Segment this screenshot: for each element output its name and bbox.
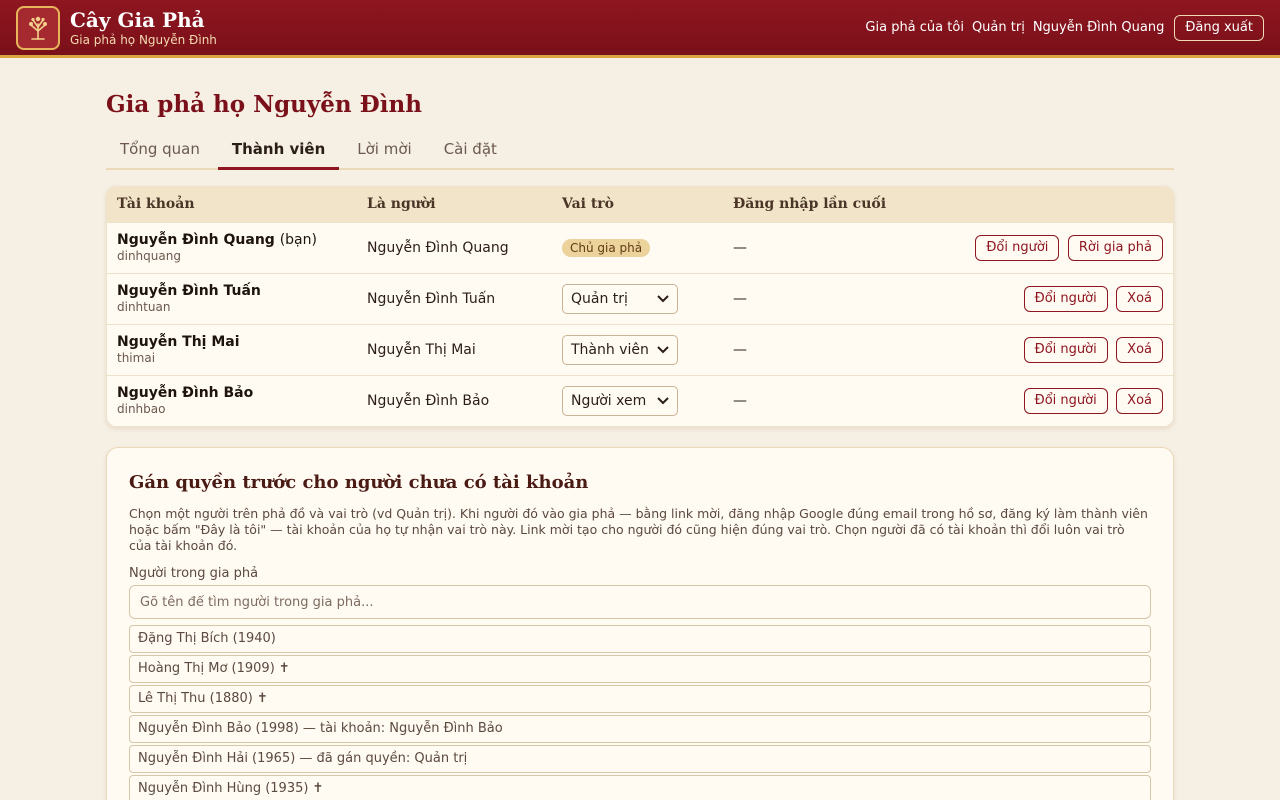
list-item[interactable]: Đặng Thị Bích (1940) (129, 625, 1151, 653)
change-person-button[interactable]: Đổi người (1023, 387, 1108, 414)
person-list: Đặng Thị Bích (1940) Hoàng Thị Mơ (1909)… (129, 625, 1151, 800)
pre-assign-title: Gán quyền trước cho người chưa có tài kh… (129, 472, 589, 493)
role-select-value: Thành viên (571, 341, 649, 358)
tab-settings[interactable]: Cài đặt (430, 132, 511, 170)
change-person-button[interactable]: Đổi người (975, 234, 1060, 261)
last-login: — (723, 272, 923, 324)
col-role: Vai trò (552, 187, 723, 222)
logout-button[interactable]: Đăng xuất (1174, 14, 1264, 41)
list-item[interactable]: Nguyễn Đình Hải (1965) — đã gán quyền: Q… (129, 745, 1151, 773)
tab-invitations[interactable]: Lời mời (343, 132, 425, 170)
brand: Cây Gia Phả Gia phả họ Nguyễn Đình (70, 8, 217, 48)
tab-overview[interactable]: Tổng quan (106, 132, 214, 170)
tab-members[interactable]: Thành viên (217, 132, 340, 170)
change-person-button[interactable]: Đổi người (1023, 336, 1108, 363)
chevron-down-icon (657, 345, 669, 353)
brand-title: Cây Gia Phả (70, 7, 205, 32)
pre-assign-description: Chọn một người trên phả đồ và vai trò (v… (129, 506, 1148, 553)
table-row: Nguyễn Đình Quang (bạn) dinhquang Nguyễn… (107, 221, 1173, 273)
last-login: — (723, 221, 923, 273)
table-row: Nguyễn Đình Tuấn dinhtuan Nguyễn Đình Tu… (107, 272, 1173, 324)
col-person: Là người (357, 187, 552, 222)
brand-subtitle: Gia phả họ Nguyễn Đình (70, 32, 217, 47)
delete-member-button[interactable]: Xoá (1116, 285, 1163, 312)
account-name: Nguyễn Đình Quang (bạn) (117, 232, 317, 248)
account-name: Nguyễn Đình Tuấn (117, 283, 261, 299)
person-search-input[interactable] (129, 585, 1151, 619)
role-select[interactable]: Thành viên (562, 334, 678, 365)
linked-person: Nguyễn Đình Tuấn (357, 272, 552, 324)
list-item[interactable]: Nguyễn Đình Hùng (1935) ✝ (129, 775, 1151, 800)
account-username: dinhbao (117, 402, 166, 417)
person-field-label: Người trong gia phả (129, 566, 259, 581)
role-select[interactable]: Người xem (562, 385, 678, 416)
linked-person: Nguyễn Đình Bảo (357, 374, 552, 426)
delete-member-button[interactable]: Xoá (1116, 387, 1163, 414)
change-person-button[interactable]: Đổi người (1023, 285, 1108, 312)
linked-person: Nguyễn Đình Quang (357, 221, 552, 273)
account-name: Nguyễn Đình Bảo (117, 385, 254, 402)
nav-my-trees[interactable]: Gia phả của tôi (865, 18, 964, 37)
nav-user-profile[interactable]: Nguyễn Đình Quang (1033, 18, 1165, 37)
table-row: Nguyễn Đình Bảo dinhbao Nguyễn Đình Bảo … (107, 374, 1173, 426)
linked-person: Nguyễn Thị Mai (357, 323, 552, 375)
list-item[interactable]: Hoàng Thị Mơ (1909) ✝ (129, 655, 1151, 683)
top-bar: Cây Gia Phả Gia phả họ Nguyễn Đình Gia p… (0, 0, 1280, 58)
account-name: Nguyễn Thị Mai (117, 334, 240, 350)
role-select-value: Người xem (571, 392, 647, 409)
chevron-down-icon (657, 397, 669, 405)
table-row: Nguyễn Thị Mai thimai Nguyễn Thị Mai Thà… (107, 323, 1173, 375)
tab-bar: Tổng quan Thành viên Lời mời Cài đặt (106, 132, 1174, 170)
family-tree-icon[interactable] (16, 5, 60, 50)
main-content: Gia phả họ Nguyễn Đình Tổng quan Thành v… (106, 58, 1174, 800)
nav-admin[interactable]: Quản trị (972, 18, 1025, 37)
account-username: dinhquang (117, 249, 181, 263)
last-login: — (723, 374, 923, 426)
list-item[interactable]: Lê Thị Thu (1880) ✝ (129, 685, 1151, 713)
members-table: Tài khoản Là người Vai trò Đăng nhập lần… (107, 187, 1173, 426)
col-actions (923, 187, 1173, 222)
account-username: dinhtuan (117, 300, 171, 314)
top-nav: Gia phả của tôi Quản trị Nguyễn Đình Qua… (865, 14, 1264, 41)
pre-assign-card: Gán quyền trước cho người chưa có tài kh… (106, 447, 1174, 800)
col-last-login: Đăng nhập lần cuối (723, 187, 923, 222)
account-username: thimai (117, 351, 156, 365)
role-select[interactable]: Quản trị (562, 283, 678, 314)
chevron-down-icon (657, 294, 669, 302)
col-account: Tài khoản (107, 187, 357, 222)
list-item[interactable]: Nguyễn Đình Bảo (1998) — tài khoản: Nguy… (129, 715, 1151, 743)
you-label: (bạn) (279, 232, 317, 248)
page-title: Gia phả họ Nguyễn Đình (106, 91, 422, 118)
leave-tree-button[interactable]: Rời gia phả (1067, 234, 1163, 261)
role-select-value: Quản trị (571, 290, 628, 307)
role-badge: Chủ gia phả (562, 238, 651, 257)
members-table-card: Tài khoản Là người Vai trò Đăng nhập lần… (106, 186, 1174, 427)
last-login: — (723, 323, 923, 375)
delete-member-button[interactable]: Xoá (1116, 336, 1163, 363)
